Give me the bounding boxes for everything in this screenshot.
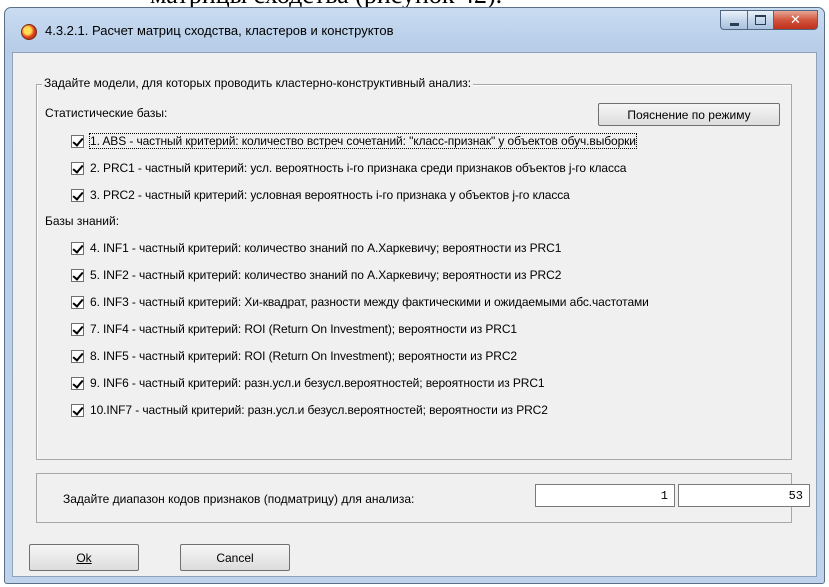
checkbox-checked-icon[interactable]: [71, 376, 84, 390]
checkbox-label: 8. INF5 - частный критерий: ROI (Return …: [90, 349, 517, 363]
knowledge-bases-label: Базы знаний:: [45, 214, 120, 228]
minimize-icon: [729, 22, 739, 26]
checkbox-inf5[interactable]: 8. INF5 - частный критерий: ROI (Return …: [71, 348, 517, 364]
checkbox-label: 1. ABS - частный критерий: количество вс…: [89, 133, 637, 149]
checkbox-label: 7. INF4 - частный критерий: ROI (Return …: [90, 322, 517, 336]
checkbox-checked-icon[interactable]: [71, 403, 84, 417]
checkbox-label: 5. INF2 - частный критерий: количество з…: [90, 268, 562, 282]
checkbox-label: 2. PRC1 - частный критерий: усл. вероятн…: [90, 161, 627, 175]
checkbox-inf6[interactable]: 9. INF6 - частный критерий: разн.усл.и б…: [71, 375, 545, 391]
checkbox-label: 10.INF7 - частный критерий: разн.усл.и б…: [90, 403, 548, 417]
window-title: 4.3.2.1. Расчет матриц сходства, кластер…: [45, 23, 394, 38]
checkbox-inf4[interactable]: 7. INF4 - частный критерий: ROI (Return …: [71, 321, 517, 337]
models-group-label: Задайте модели, для которых проводить кл…: [42, 76, 474, 90]
stat-bases-label: Статистические базы:: [45, 106, 168, 120]
minimize-button[interactable]: [720, 10, 747, 30]
checkbox-label: 9. INF6 - частный критерий: разн.усл.и б…: [90, 376, 545, 390]
caption-buttons: ✕: [720, 10, 818, 32]
checkbox-inf1[interactable]: 4. INF1 - частный критерий: количество з…: [71, 240, 561, 256]
checkbox-checked-icon[interactable]: [71, 241, 84, 255]
cancel-button-label: Cancel: [216, 550, 254, 565]
ok-button-label: Ok: [76, 550, 92, 565]
checkbox-label: 4. INF1 - частный критерий: количество з…: [90, 241, 562, 255]
checkbox-checked-icon[interactable]: [71, 188, 84, 202]
checkbox-label: 3. PRC2 - частный критерий: условная вер…: [90, 188, 570, 202]
range-from-input[interactable]: [535, 484, 675, 507]
cancel-button[interactable]: Cancel: [180, 544, 290, 571]
checkbox-inf7[interactable]: 10.INF7 - частный критерий: разн.усл.и б…: [71, 402, 548, 418]
checkbox-checked-icon[interactable]: [71, 349, 84, 363]
maximize-icon: [755, 15, 766, 25]
checkbox-inf3[interactable]: 6. INF3 - частный критерий: Хи-квадрат, …: [71, 294, 649, 310]
dialog-window: 4.3.2.1. Расчет матриц сходства, кластер…: [4, 7, 825, 584]
checkbox-abs[interactable]: 1. ABS - частный критерий: количество вс…: [71, 133, 637, 149]
app-icon: [21, 24, 37, 40]
close-icon: ✕: [790, 12, 801, 28]
maximize-button[interactable]: [747, 10, 773, 30]
checkbox-checked-icon[interactable]: [71, 161, 84, 175]
checkbox-label: 6. INF3 - частный критерий: Хи-квадрат, …: [90, 295, 649, 309]
checkbox-checked-icon[interactable]: [71, 134, 84, 148]
range-label: Задайте диапазон кодов признаков (подмат…: [63, 492, 415, 506]
title-bar[interactable]: 4.3.2.1. Расчет матриц сходства, кластер…: [5, 8, 824, 52]
checkbox-checked-icon[interactable]: [71, 322, 84, 336]
checkbox-checked-icon[interactable]: [71, 295, 84, 309]
checkbox-prc2[interactable]: 3. PRC2 - частный критерий: условная вер…: [71, 187, 570, 203]
explain-mode-button[interactable]: Пояснение по режиму: [598, 103, 780, 126]
range-to-input[interactable]: [678, 484, 810, 507]
checkbox-inf2[interactable]: 5. INF2 - частный критерий: количество з…: [71, 267, 561, 283]
checkbox-prc1[interactable]: 2. PRC1 - частный критерий: усл. вероятн…: [71, 160, 626, 176]
dialog-client-area: Задайте модели, для которых проводить кл…: [12, 52, 817, 577]
checkbox-checked-icon[interactable]: [71, 268, 84, 282]
close-button[interactable]: ✕: [773, 10, 818, 30]
ok-button[interactable]: Ok: [29, 544, 139, 571]
